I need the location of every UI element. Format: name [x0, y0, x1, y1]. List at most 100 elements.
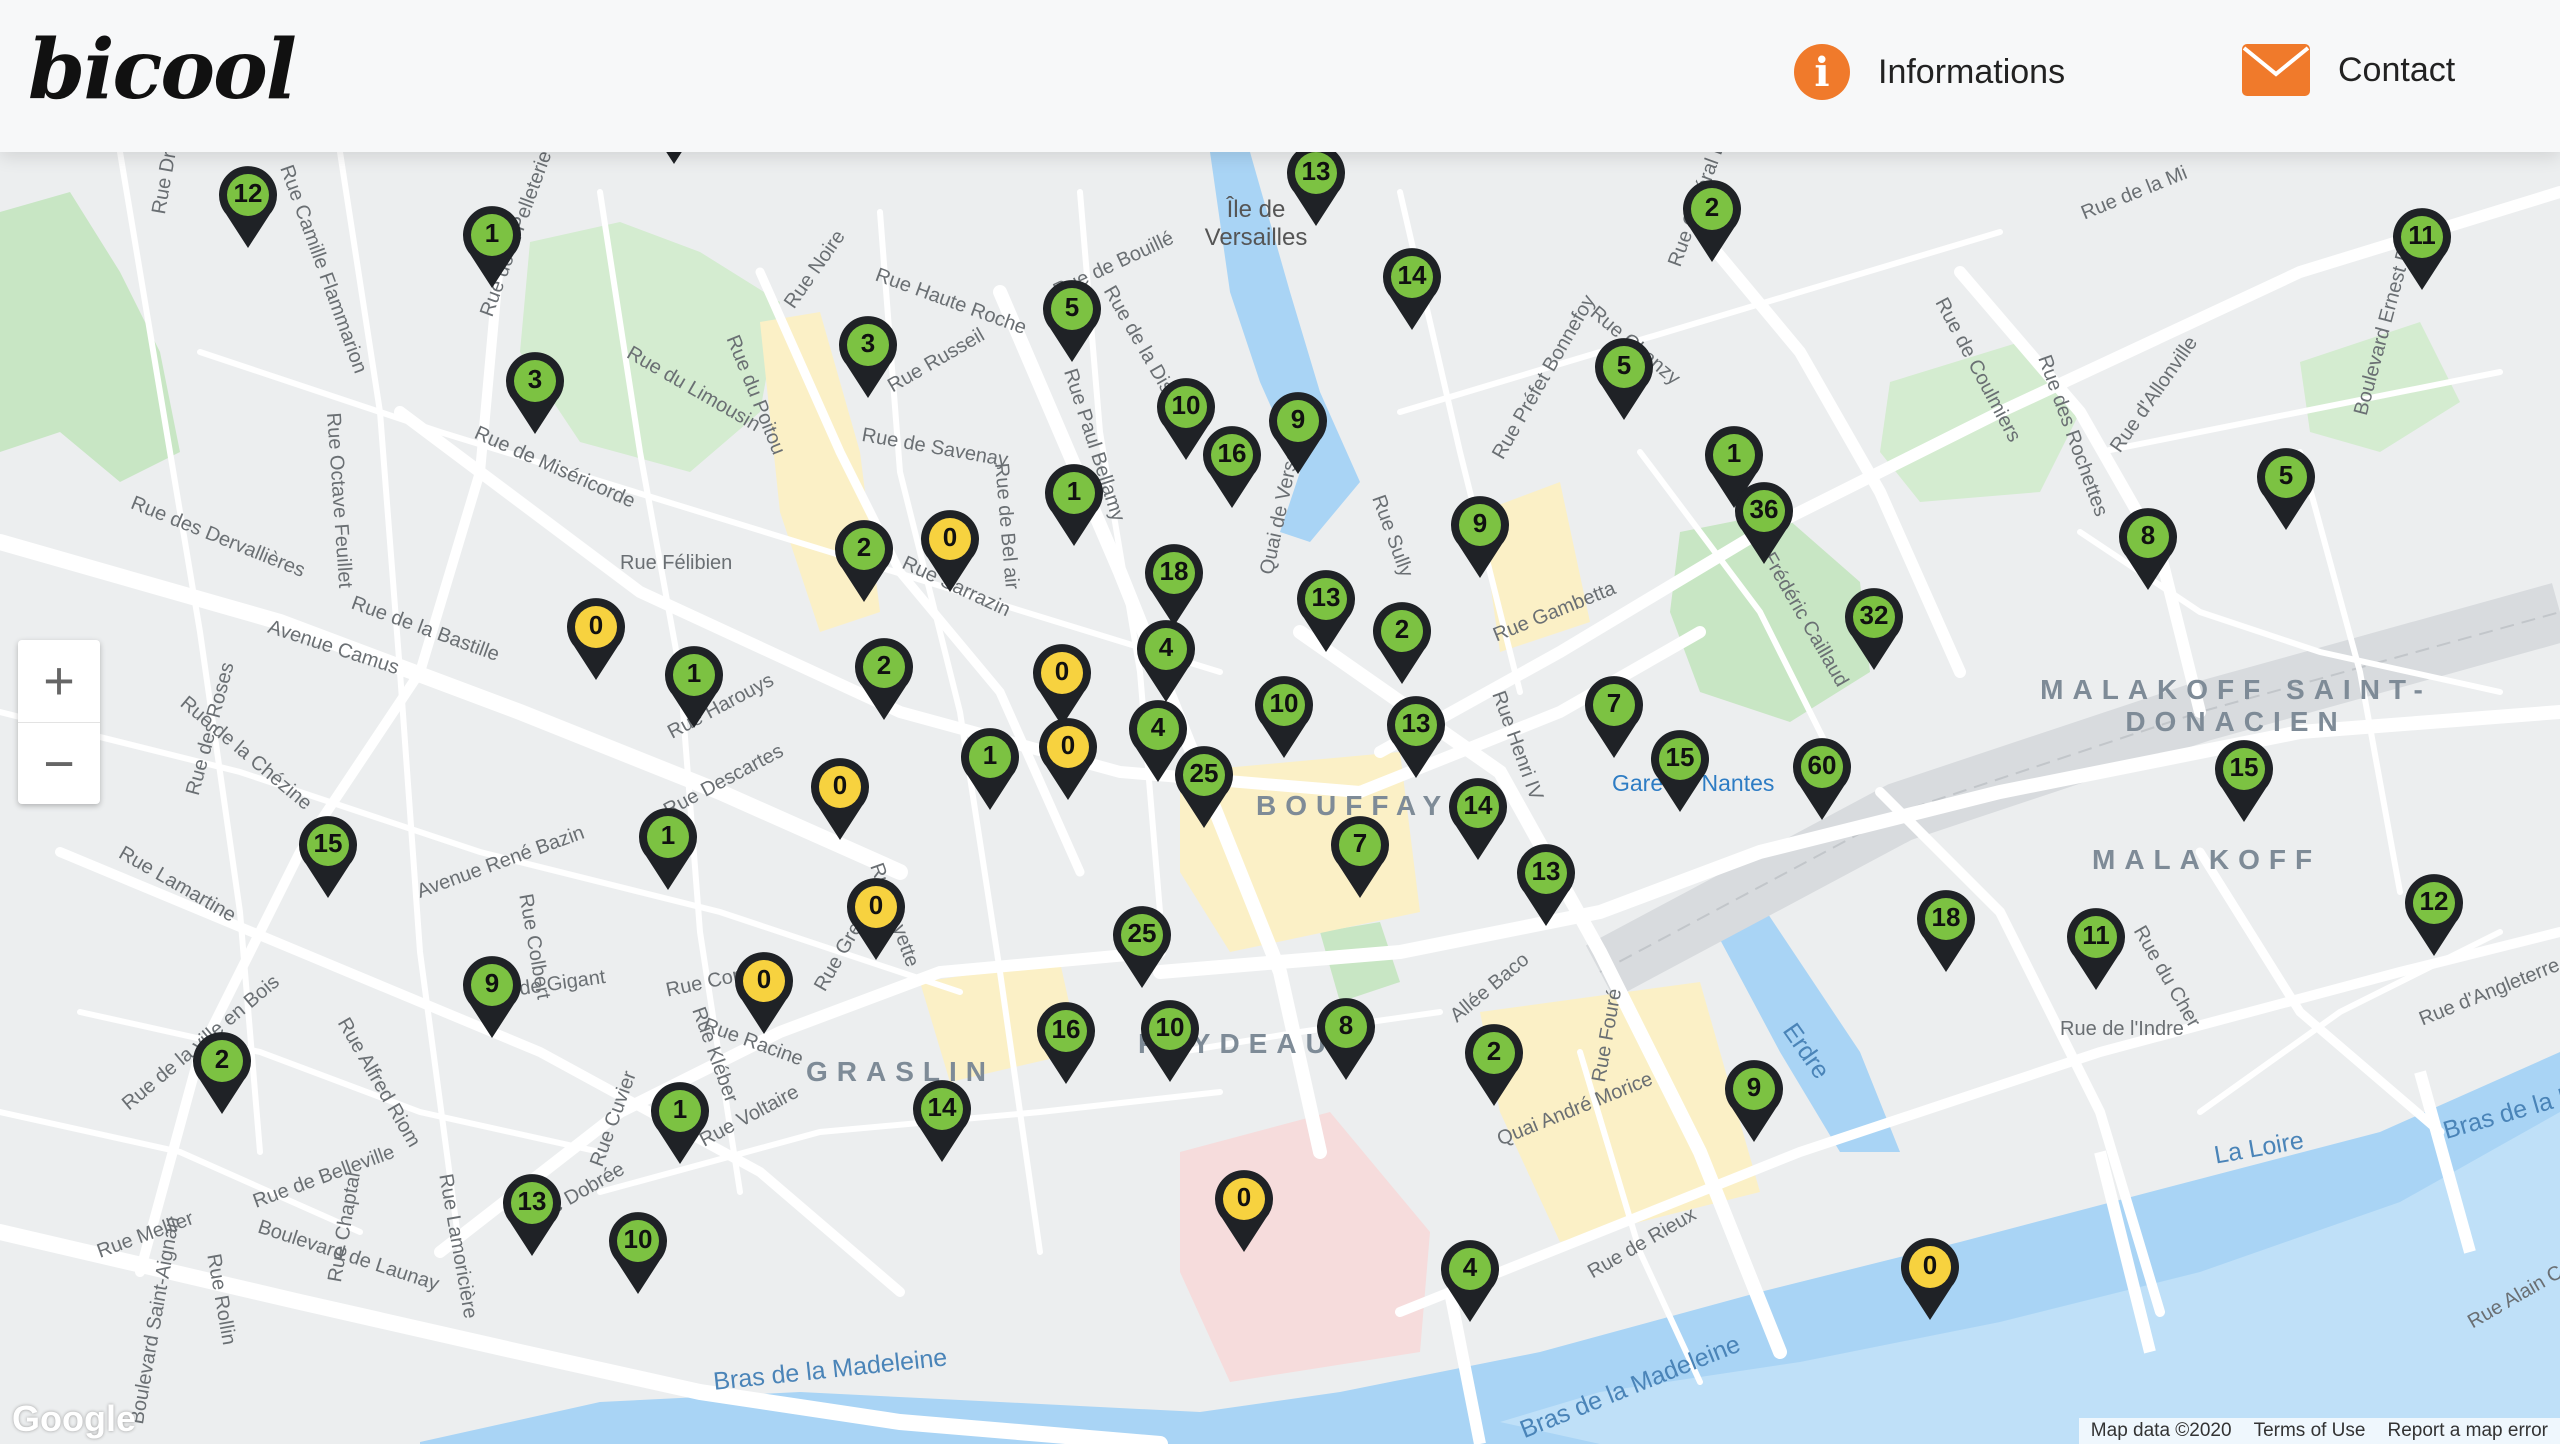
- station-marker[interactable]: 7: [1329, 814, 1391, 898]
- station-marker[interactable]: 5: [1041, 278, 1103, 362]
- station-marker[interactable]: 12: [217, 164, 279, 248]
- station-marker[interactable]: 25: [1173, 744, 1235, 828]
- station-marker[interactable]: 0: [1213, 1168, 1275, 1252]
- station-marker[interactable]: 12: [2403, 872, 2465, 956]
- station-marker[interactable]: 14: [1447, 776, 1509, 860]
- station-marker[interactable]: 13: [501, 1172, 563, 1256]
- station-marker[interactable]: 2: [1463, 1022, 1525, 1106]
- station-marker[interactable]: 10: [607, 1210, 669, 1294]
- station-bike-count: 0: [1054, 656, 1070, 686]
- station-bike-count: 36: [1749, 494, 1779, 524]
- station-marker[interactable]: 13: [1285, 152, 1347, 226]
- nav-informations[interactable]: i Informations: [1794, 44, 2065, 100]
- station-marker[interactable]: 1: [637, 806, 699, 890]
- station-bike-count: 2: [1704, 192, 1720, 222]
- station-marker[interactable]: 2: [1371, 600, 1433, 684]
- station-marker[interactable]: 15: [297, 814, 359, 898]
- station-marker[interactable]: 0: [809, 756, 871, 840]
- station-marker[interactable]: 13: [1515, 842, 1577, 926]
- station-bike-count: 15: [313, 828, 343, 858]
- station-bike-count: 0: [588, 610, 604, 640]
- station-marker[interactable]: 11: [2065, 906, 2127, 990]
- station-marker[interactable]: 3: [837, 314, 899, 398]
- station-bike-count: 16: [1051, 1014, 1081, 1044]
- station-marker[interactable]: 14: [911, 1078, 973, 1162]
- station-bike-count: 10: [1155, 1012, 1185, 1042]
- station-marker[interactable]: 0: [733, 950, 795, 1034]
- station-marker[interactable]: 5: [2255, 446, 2317, 530]
- station-bike-count: 1: [660, 820, 676, 850]
- station-marker[interactable]: 2: [1681, 178, 1743, 262]
- station-marker[interactable]: 1: [959, 726, 1021, 810]
- station-marker[interactable]: 1: [649, 1080, 711, 1164]
- station-bike-count: 10: [1171, 390, 1201, 420]
- station-bike-count: 10: [623, 1224, 653, 1254]
- station-marker[interactable]: 13: [1295, 568, 1357, 652]
- station-bike-count: 12: [233, 178, 263, 208]
- station-marker[interactable]: 16: [1201, 424, 1263, 508]
- station-marker[interactable]: 3: [504, 350, 566, 434]
- station-marker[interactable]: 15: [1649, 728, 1711, 812]
- station-marker[interactable]: 5: [643, 152, 705, 164]
- station-bike-count: 18: [1159, 556, 1189, 586]
- station-marker[interactable]: 0: [565, 596, 627, 680]
- station-bike-count: 9: [1746, 1072, 1762, 1102]
- station-marker[interactable]: 60: [1791, 736, 1853, 820]
- info-icon: i: [1794, 44, 1850, 100]
- station-marker[interactable]: 2: [833, 518, 895, 602]
- station-marker[interactable]: 14: [1381, 246, 1443, 330]
- station-marker[interactable]: 16: [1035, 1000, 1097, 1084]
- station-marker[interactable]: 36: [1733, 480, 1795, 564]
- station-marker[interactable]: 11: [2391, 206, 2453, 290]
- station-marker[interactable]: 0: [1037, 716, 1099, 800]
- station-marker[interactable]: 2: [191, 1030, 253, 1114]
- station-bike-count: 14: [1463, 790, 1493, 820]
- google-logo: Google: [12, 1398, 136, 1439]
- zoom-out-button[interactable]: −: [18, 723, 100, 805]
- station-marker[interactable]: 10: [1253, 674, 1315, 758]
- terms-of-use-link[interactable]: Terms of Use: [2254, 1420, 2366, 1442]
- station-marker[interactable]: 8: [2117, 506, 2179, 590]
- station-marker[interactable]: 7: [1583, 674, 1645, 758]
- station-marker[interactable]: 18: [1915, 888, 1977, 972]
- zoom-in-button[interactable]: +: [18, 640, 100, 723]
- station-marker[interactable]: 18: [1143, 542, 1205, 626]
- station-bike-count: 0: [868, 890, 884, 920]
- station-marker[interactable]: 4: [1439, 1238, 1501, 1322]
- station-marker[interactable]: 5: [1593, 336, 1655, 420]
- station-marker[interactable]: 25: [1111, 904, 1173, 988]
- nav-contact[interactable]: Contact: [2242, 44, 2455, 96]
- station-marker[interactable]: 0: [845, 876, 907, 960]
- map-attribution: Map data ©2020 Terms of Use Report a map…: [2078, 1418, 2560, 1444]
- station-marker[interactable]: 9: [1723, 1058, 1785, 1142]
- station-marker[interactable]: 2: [853, 636, 915, 720]
- station-marker[interactable]: 32: [1843, 586, 1905, 670]
- station-marker[interactable]: 13: [1385, 694, 1447, 778]
- station-bike-count: 3: [860, 328, 876, 358]
- map-canvas[interactable]: BOUFFAY FEYDEAU GRASLIN MALAKOFF SAINT-D…: [0, 152, 2560, 1444]
- station-bike-count: 12: [2419, 886, 2449, 916]
- station-marker[interactable]: 9: [461, 954, 523, 1038]
- station-marker[interactable]: 4: [1135, 618, 1197, 702]
- station-bike-count: 1: [982, 740, 998, 770]
- station-marker[interactable]: 8: [1315, 996, 1377, 1080]
- nav-contact-label: Contact: [2338, 50, 2456, 89]
- station-bike-count: 9: [1472, 508, 1488, 538]
- street-label: Rue de l'Indre: [2060, 1018, 2184, 1040]
- station-marker[interactable]: 1: [663, 644, 725, 728]
- station-marker[interactable]: 15: [2213, 738, 2275, 822]
- station-marker[interactable]: 1: [1043, 462, 1105, 546]
- station-bike-count: 2: [214, 1044, 230, 1074]
- station-marker[interactable]: 0: [919, 508, 981, 592]
- station-marker[interactable]: 9: [1449, 494, 1511, 578]
- station-bike-count: 1: [686, 658, 702, 688]
- station-bike-count: 60: [1807, 750, 1837, 780]
- station-bike-count: 15: [2229, 752, 2259, 782]
- bicool-logo[interactable]: bicool: [28, 22, 297, 118]
- station-marker[interactable]: 9: [1267, 390, 1329, 474]
- station-marker[interactable]: 1: [461, 204, 523, 288]
- station-marker[interactable]: 10: [1139, 998, 1201, 1082]
- station-marker[interactable]: 0: [1899, 1236, 1961, 1320]
- station-marker[interactable]: 0: [1031, 642, 1093, 726]
- report-map-error-link[interactable]: Report a map error: [2387, 1420, 2548, 1442]
